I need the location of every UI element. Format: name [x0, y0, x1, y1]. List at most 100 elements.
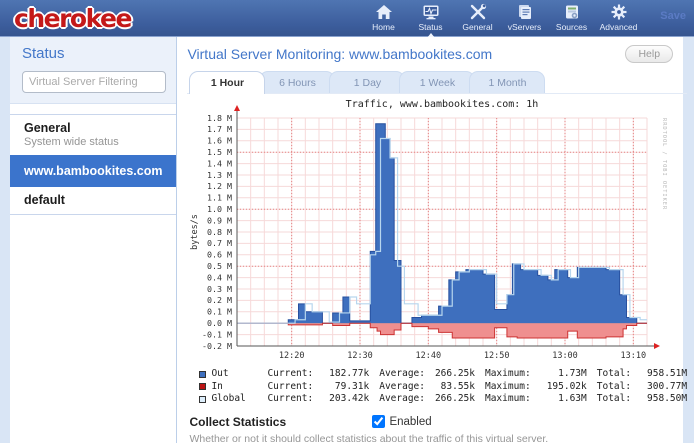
legend-col-label: Average:: [379, 381, 425, 394]
legend-col-label: Current:: [267, 393, 313, 406]
svg-text:0.2 M: 0.2 M: [207, 295, 232, 305]
sidebar-item-default[interactable]: default: [10, 187, 176, 214]
sidebar-item-www-bambookites[interactable]: www.bambookites.com: [10, 155, 176, 187]
legend-value: 79.31k: [313, 381, 369, 394]
nav-label: Home: [372, 22, 395, 32]
virtual-server-filter-input[interactable]: [22, 71, 166, 93]
vservers-icon: [516, 3, 534, 21]
home-icon: [375, 3, 393, 21]
sidebar-item-sublabel: System wide status: [24, 136, 162, 148]
nav-item-home[interactable]: Home: [360, 0, 407, 37]
out-swatch: [199, 371, 206, 378]
main-header: Virtual Server Monitoring: www.bambookit…: [187, 43, 687, 65]
gear-icon: [610, 3, 628, 21]
sidebar-item-label: www.bambookites.com: [24, 164, 162, 178]
tab-6-hours[interactable]: 6 Hours: [259, 71, 335, 93]
legend-value: 958.50M: [631, 393, 687, 406]
legend-value: 1.63M: [531, 393, 587, 406]
svg-text:-0.1 M: -0.1 M: [202, 329, 232, 339]
svg-text:1.8 M: 1.8 M: [207, 113, 232, 123]
main-panel: Virtual Server Monitoring: www.bambookit…: [177, 37, 687, 443]
legend-series-name: Global: [211, 393, 257, 406]
legend-row-out: Out Current: 182.77k Average: 266.25k Ma…: [199, 368, 687, 381]
legend-value: 182.77k: [313, 368, 369, 381]
traffic-chart: -0.2 M-0.1 M0.0 M0.1 M0.2 M0.3 M0.4 M0.5…: [187, 96, 669, 362]
svg-text:0.6 M: 0.6 M: [207, 250, 232, 260]
svg-text:0.8 M: 0.8 M: [207, 227, 232, 237]
svg-text:1.7 M: 1.7 M: [207, 124, 232, 134]
legend-col-label: Average:: [379, 393, 425, 406]
svg-text:1.6 M: 1.6 M: [207, 136, 232, 146]
legend-col-label: Total:: [597, 381, 631, 394]
legend-col-label: Current:: [267, 381, 313, 394]
help-button[interactable]: Help: [625, 45, 673, 63]
nav-item-advanced[interactable]: Advanced: [595, 0, 642, 37]
legend-col-label: Average:: [379, 368, 425, 381]
nav-label: General: [462, 22, 492, 32]
legend-col-label: Total:: [597, 368, 631, 381]
tab-1-week[interactable]: 1 Week: [399, 71, 475, 93]
enabled-checkbox-group: Enabled: [372, 415, 431, 428]
cherokee-logo: cherokee: [14, 0, 131, 37]
nav-item-sources[interactable]: Sources: [548, 0, 595, 37]
svg-text:13:00: 13:00: [553, 351, 579, 361]
svg-text:0.3 M: 0.3 M: [207, 284, 232, 294]
legend-value: 203.42k: [313, 393, 369, 406]
content-card: Status General System wide status www.ba…: [10, 37, 683, 443]
sidebar-item-label: default: [24, 193, 162, 207]
svg-text:1.4 M: 1.4 M: [207, 158, 232, 168]
svg-text:1.0 M: 1.0 M: [207, 204, 232, 214]
nav-label: Sources: [556, 22, 587, 32]
collect-statistics-description: Whether or not it should collect statist…: [189, 433, 687, 443]
svg-text:Traffic, www.bambookites.com:: Traffic, www.bambookites.com: 1h: [346, 99, 539, 110]
legend-value: 958.51M: [631, 368, 687, 381]
legend-value: 195.02k: [531, 381, 587, 394]
nav-label: vServers: [508, 22, 542, 32]
virtual-server-list: General System wide status www.bambookit…: [10, 114, 176, 215]
tab-1-month[interactable]: 1 Month: [469, 71, 545, 93]
svg-text:-0.2 M: -0.2 M: [202, 341, 232, 351]
collect-statistics-section: Collect Statistics Enabled Whether or no…: [187, 415, 687, 443]
legend-col-label: Maximum:: [485, 393, 531, 406]
legend-row-in: In Current: 79.31k Average: 83.55k Maxim…: [199, 381, 687, 394]
tools-icon: [469, 3, 487, 21]
legend-row-global: Global Current: 203.42k Average: 266.25k…: [199, 393, 687, 406]
sidebar-title: Status: [22, 45, 166, 62]
legend-col-label: Total:: [597, 393, 631, 406]
in-swatch: [199, 383, 206, 390]
nav-item-vservers[interactable]: vServers: [501, 0, 548, 37]
svg-text:0.9 M: 0.9 M: [207, 215, 232, 225]
main-nav: Home Status General: [360, 0, 642, 37]
nav-item-status[interactable]: Status: [407, 0, 454, 37]
sidebar-item-label: General: [24, 121, 162, 135]
nav-item-general[interactable]: General: [454, 0, 501, 37]
svg-text:1.5 M: 1.5 M: [207, 147, 232, 157]
legend-col-label: Maximum:: [485, 381, 531, 394]
svg-text:12:40: 12:40: [416, 351, 442, 361]
svg-text:bytes/s: bytes/s: [190, 214, 200, 250]
legend-value: 83.55k: [425, 381, 475, 394]
traffic-chart-wrap: -0.2 M-0.1 M0.0 M0.1 M0.2 M0.3 M0.4 M0.5…: [187, 96, 687, 406]
svg-text:RRDTOOL / TOBI OETIKER: RRDTOOL / TOBI OETIKER: [661, 118, 667, 210]
svg-text:12:20: 12:20: [279, 351, 305, 361]
svg-text:1.2 M: 1.2 M: [207, 181, 232, 191]
sidebar-header: Status: [10, 37, 176, 104]
svg-text:0.5 M: 0.5 M: [207, 261, 232, 271]
legend-series-name: In: [211, 381, 257, 394]
legend-col-label: Maximum:: [485, 368, 531, 381]
svg-text:12:30: 12:30: [348, 351, 374, 361]
nav-label: Advanced: [600, 22, 638, 32]
collect-statistics-label: Collect Statistics: [189, 415, 372, 429]
enabled-checkbox[interactable]: [372, 415, 385, 428]
status-icon: [422, 3, 440, 21]
time-range-tabs: 1 Hour 6 Hours 1 Day 1 Week 1 Month: [187, 71, 687, 94]
save-button[interactable]: Save: [660, 10, 686, 22]
svg-text:1.3 M: 1.3 M: [207, 170, 232, 180]
tab-1-hour[interactable]: 1 Hour: [189, 71, 265, 94]
chart-legend: Out Current: 182.77k Average: 266.25k Ma…: [199, 368, 687, 406]
legend-value: 1.73M: [531, 368, 587, 381]
svg-text:1.1 M: 1.1 M: [207, 193, 232, 203]
svg-text:13:10: 13:10: [621, 351, 647, 361]
sidebar-item-general[interactable]: General System wide status: [10, 115, 176, 155]
tab-1-day[interactable]: 1 Day: [329, 71, 405, 93]
